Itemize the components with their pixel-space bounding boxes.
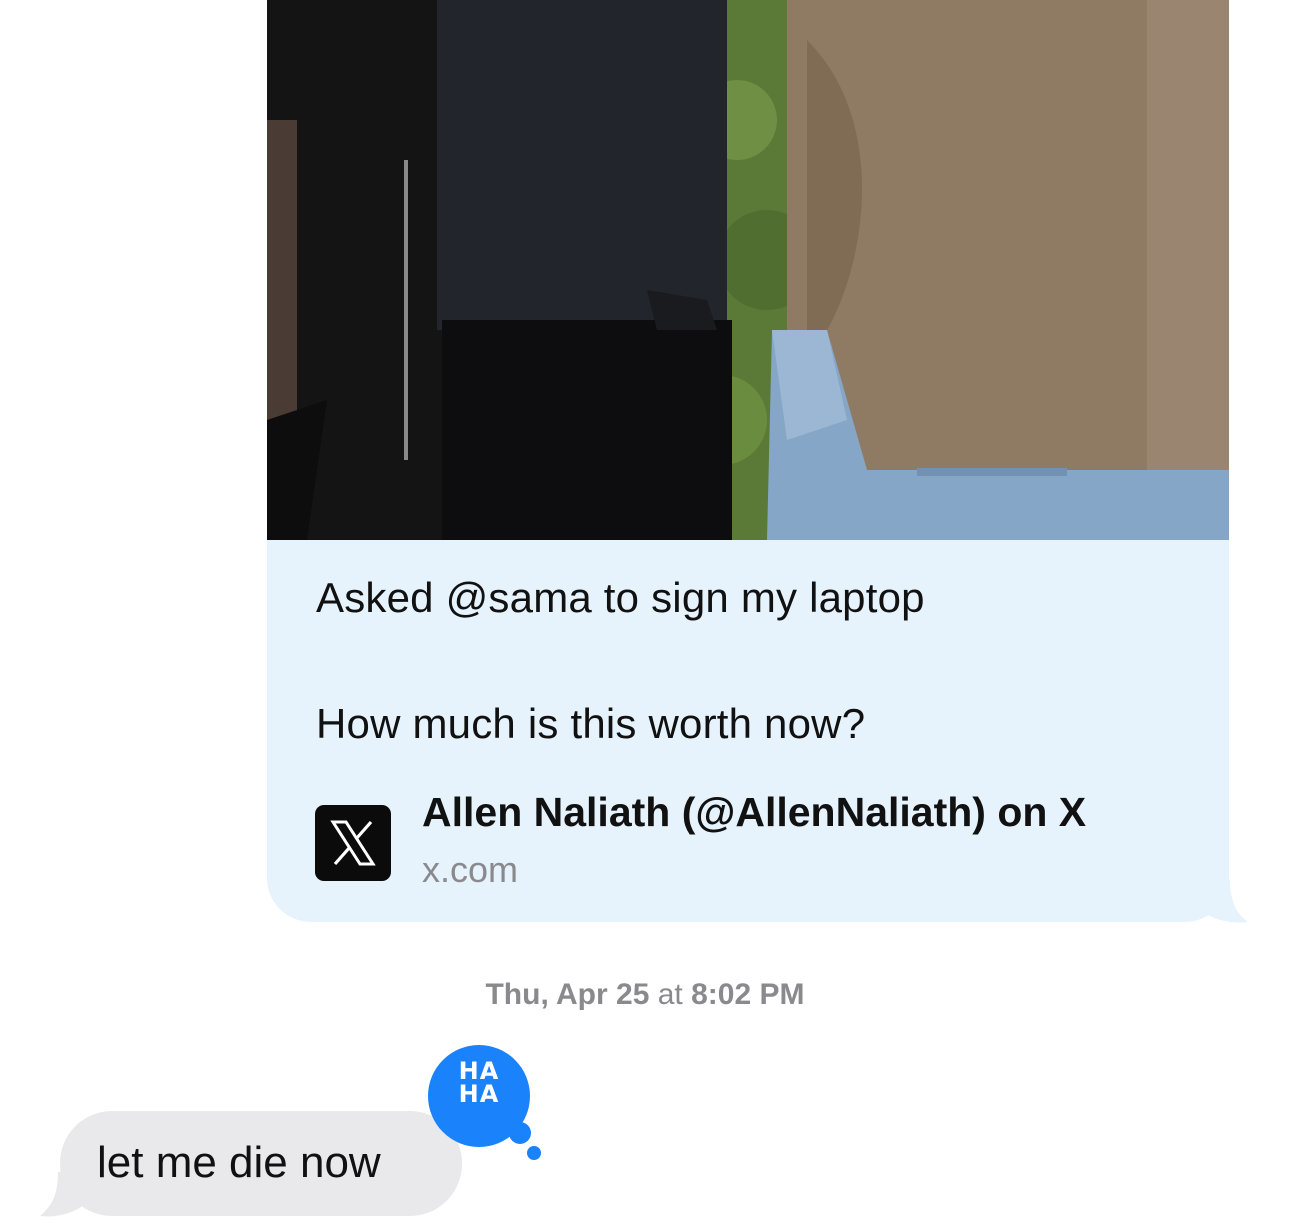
haha-reaction-label: HA HA <box>428 1059 530 1108</box>
x-logo-icon <box>315 805 391 881</box>
link-caption-line-2: How much is this worth now? <box>316 700 866 747</box>
link-caption-line-1: Asked @sama to sign my laptop <box>316 574 925 621</box>
timestamp-time: 8:02 PM <box>691 978 805 1011</box>
incoming-message-text: let me die now <box>97 1138 381 1187</box>
timestamp-at: at <box>657 978 683 1011</box>
message-timestamp: Thu, Apr 25 at 8:02 PM <box>0 978 1290 1012</box>
link-preview-photo[interactable] <box>267 0 1229 540</box>
photo-image <box>267 0 1229 540</box>
link-title[interactable]: Allen Naliath (@AllenNaliath) on X <box>422 789 1086 836</box>
timestamp-day: Thu, Apr 25 <box>485 978 650 1011</box>
link-domain: x.com <box>422 849 519 890</box>
haha-line-2: HA <box>458 1080 500 1108</box>
outgoing-bubble-tail <box>1200 880 1248 923</box>
link-preview-bubble[interactable]: Asked @sama to sign my laptop How much i… <box>267 0 1229 922</box>
